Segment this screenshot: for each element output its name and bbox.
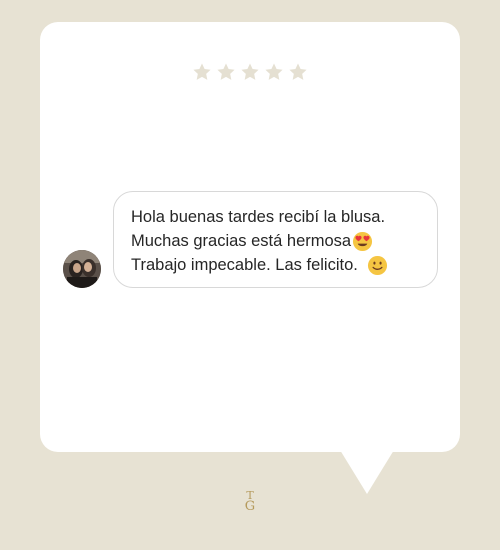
message-bubble: Hola buenas tardes recibí la blusa. Much… — [113, 191, 438, 288]
message-line: Muchas gracias está hermosa — [131, 229, 437, 253]
star-icon — [193, 63, 211, 80]
message-line: Hola buenas tardes recibí la blusa. — [131, 205, 437, 229]
message-text: Trabajo impecable. Las felicito. — [131, 256, 358, 274]
heart-eyes-emoji-icon — [353, 231, 373, 251]
star-rating — [40, 62, 460, 82]
message-text: Hola buenas tardes recibí la blusa. — [131, 208, 386, 226]
slight-smile-emoji-icon — [367, 255, 387, 275]
svg-text:G: G — [245, 499, 255, 514]
star-icon — [241, 63, 259, 80]
message-text: Muchas gracias está hermosa — [131, 232, 352, 250]
star-icon — [289, 63, 307, 80]
brand-monogram-logo: T G — [245, 489, 255, 514]
message-line: Trabajo impecable. Las felicito. — [131, 253, 437, 277]
star-icon — [265, 63, 283, 80]
speech-tail — [340, 450, 394, 494]
star-icon — [217, 63, 235, 80]
avatar — [63, 250, 101, 288]
